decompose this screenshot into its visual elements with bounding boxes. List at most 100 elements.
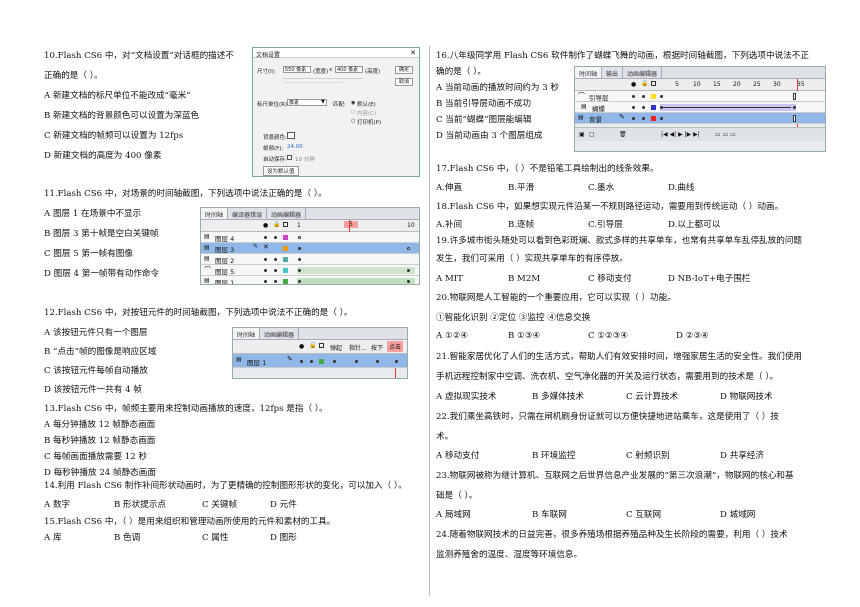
layer-row[interactable]: ▤ 图层 2 — [201, 254, 419, 265]
layer-row-selected[interactable]: ▤ 图层 1 ✎ — [233, 354, 407, 368]
layer-row[interactable]: ⌒ 引导层 — [575, 91, 825, 102]
lock-icon[interactable]: 🔒 — [641, 80, 648, 87]
dialog-title: 文档设置 — [253, 48, 419, 59]
tween-arrow — [663, 107, 791, 108]
end-frame[interactable] — [793, 115, 796, 122]
set-default-button[interactable]: 设为默认值 — [263, 166, 299, 176]
outline-icon[interactable] — [283, 222, 288, 227]
autosave-value: 10 分钟 — [295, 157, 315, 163]
visibility-dot[interactable] — [264, 236, 267, 239]
frame-span[interactable] — [297, 267, 415, 274]
radio-icon[interactable]: ○ — [351, 109, 355, 115]
onion-skin-icon[interactable]: ▭ ▭ ▭ — [715, 131, 736, 138]
layer-row[interactable]: ▤ 蝴蝶 — [575, 102, 825, 113]
lock-dot[interactable] — [274, 236, 277, 239]
blank-keyframe[interactable] — [298, 236, 301, 239]
keyframe[interactable] — [298, 247, 301, 250]
new-folder-icon[interactable]: ▢ — [589, 131, 595, 138]
new-layer-icon[interactable]: ▣ — [579, 131, 585, 138]
layer-row[interactable]: ▤ 图层 4 — [201, 232, 419, 243]
outline-color[interactable] — [283, 257, 288, 262]
bg-color-swatch[interactable] — [287, 132, 295, 139]
lock-dot[interactable] — [642, 106, 645, 109]
outline-color[interactable] — [283, 279, 288, 284]
close-icon[interactable]: ✕ — [410, 49, 416, 57]
eye-icon[interactable]: ● — [263, 222, 268, 229]
keyframe[interactable] — [333, 360, 336, 363]
blank-keyframe[interactable] — [407, 247, 410, 250]
visibility-dot[interactable] — [264, 269, 267, 272]
radio-icon[interactable]: ○ — [351, 118, 355, 124]
fps-value[interactable]: 24.00 — [287, 144, 303, 150]
keyframe[interactable] — [298, 258, 301, 261]
visibility-dot[interactable] — [300, 360, 303, 363]
keyframe[interactable] — [355, 360, 358, 363]
visibility-dot[interactable] — [264, 280, 267, 283]
hidden-x-icon[interactable]: ✕ — [263, 243, 269, 251]
lock-icon[interactable]: 🔒 — [273, 221, 280, 228]
keyframe[interactable] — [298, 269, 301, 272]
tab-output[interactable]: 输出 — [602, 67, 624, 78]
lock-dot[interactable] — [274, 280, 277, 283]
tab-motion-editor[interactable]: 动画编辑器 — [260, 328, 300, 339]
lock-dot[interactable] — [642, 117, 645, 120]
lock-dot[interactable] — [310, 360, 313, 363]
lock-dot[interactable] — [274, 269, 277, 272]
frame-span[interactable] — [297, 278, 415, 284]
tab-motion-editor[interactable]: 动画编辑器 — [267, 208, 307, 219]
tab-compiler-errors[interactable]: 编译器错误 — [228, 208, 268, 219]
keyframe[interactable] — [298, 280, 301, 283]
width-field[interactable]: 550 像素 — [283, 66, 311, 73]
outline-icon[interactable] — [651, 81, 656, 86]
eye-icon[interactable]: ● — [631, 81, 636, 88]
q22-stem-cont: 术。 — [436, 432, 454, 442]
keyframe[interactable] — [660, 106, 663, 109]
lock-dot[interactable] — [274, 258, 277, 261]
outline-color[interactable] — [651, 116, 656, 121]
visibility-dot[interactable] — [632, 95, 635, 98]
eye-icon[interactable]: ● — [299, 343, 304, 350]
layer-row[interactable]: ▤ 图层 1 — [201, 276, 419, 284]
visibility-dot[interactable] — [632, 117, 635, 120]
outline-color[interactable] — [651, 105, 656, 110]
end-frame[interactable] — [793, 93, 796, 100]
layer-icon: ▤ — [581, 103, 587, 110]
q16-stem: 16.八年级同学用 Flash CS6 软件制作了蝴蝶飞舞的动画，根据时间轴截图… — [436, 51, 809, 61]
size-separator: x — [329, 67, 333, 73]
outline-color[interactable] — [283, 235, 288, 240]
tab-timeline[interactable]: 时间轴 — [201, 208, 229, 219]
cancel-button[interactable]: 取消 — [395, 78, 413, 86]
outline-color[interactable] — [651, 94, 656, 99]
layer-row-selected[interactable]: ▤ 图层 3 ✎ ✕ — [201, 243, 419, 254]
ok-button[interactable]: 确定 — [395, 66, 413, 74]
keyframe[interactable] — [395, 360, 398, 363]
keyframe[interactable] — [793, 106, 796, 109]
outline-color[interactable] — [319, 359, 324, 364]
lock-icon[interactable]: 🔒 — [309, 342, 316, 349]
keyframe[interactable] — [660, 95, 663, 98]
playback-controls-icon[interactable]: |◀ ◀| ▶ |▶ ▶| — [661, 131, 700, 138]
keyframe[interactable] — [660, 117, 663, 120]
outline-color[interactable] — [283, 268, 288, 273]
visibility-dot[interactable] — [264, 258, 267, 261]
q10-option-b: B 新建文档的背景颜色可以设置为深蓝色 — [44, 111, 200, 121]
outline-color[interactable] — [283, 246, 288, 251]
lock-dot[interactable] — [642, 95, 645, 98]
q14-option-d: D 元件 — [270, 500, 297, 510]
tab-timeline[interactable]: 时间轴 — [575, 67, 603, 78]
layer-row-selected[interactable]: ▤ 背景 ✎ — [575, 113, 825, 124]
visibility-dot[interactable] — [632, 106, 635, 109]
layer-row[interactable]: ⌒ 图层 5 — [201, 265, 419, 276]
tab-timeline[interactable]: 时间轴 — [233, 328, 261, 339]
outline-icon[interactable] — [319, 343, 324, 348]
trash-icon[interactable]: 🗑 — [619, 131, 627, 138]
height-field[interactable]: 400 像素 — [335, 66, 363, 73]
tab-motion-editor[interactable]: 动画编辑器 — [623, 67, 663, 78]
radio-selected-icon[interactable]: ◉ — [351, 100, 355, 106]
q23-option-b: B 车联网 — [532, 510, 567, 520]
autosave-checkbox[interactable] — [287, 155, 292, 160]
q23-option-d: D 城域网 — [720, 510, 756, 520]
keyframe[interactable] — [407, 269, 410, 272]
keyframe[interactable] — [407, 280, 410, 283]
keyframe[interactable] — [376, 360, 379, 363]
